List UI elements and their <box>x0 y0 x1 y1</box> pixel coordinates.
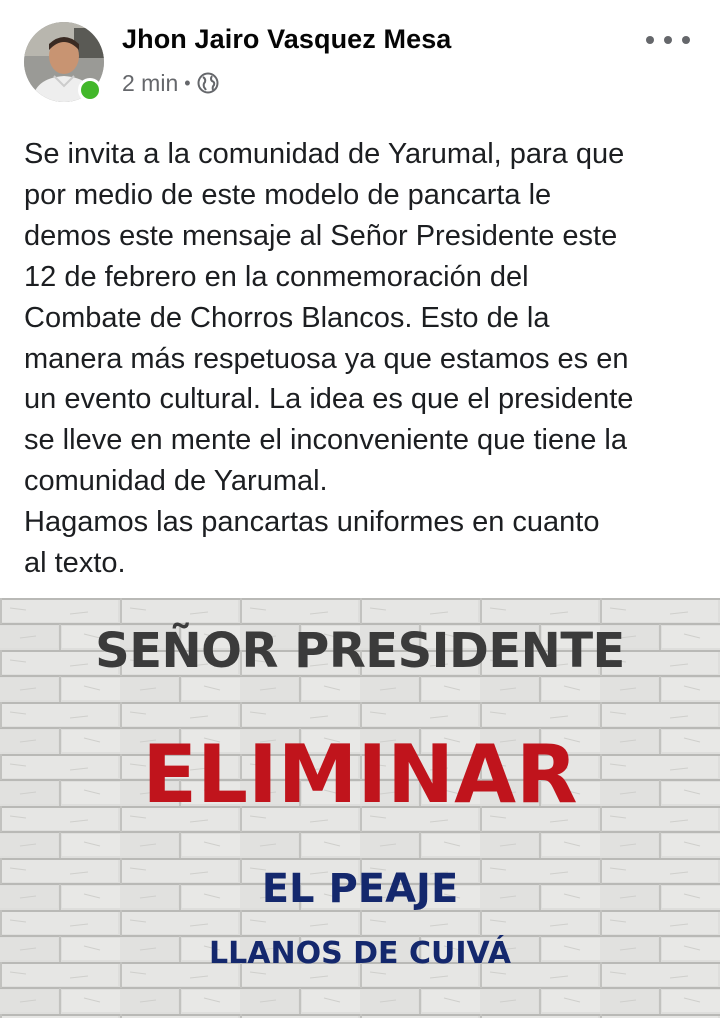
banner-subline: EL PEAJE <box>261 866 459 912</box>
post-text-line: se lleve en mente el inconveniente que t… <box>24 424 627 457</box>
more-horizontal-icon-dot <box>664 36 672 44</box>
post-text-line: comunidad de Yarumal. <box>24 465 328 498</box>
banner-main-word: ELIMINAR <box>142 728 578 821</box>
post-text-line: Hagamos las pancartas uniformes en cuant… <box>24 506 600 539</box>
post-time[interactable]: 2 min <box>122 70 178 97</box>
more-options-button[interactable] <box>646 26 690 54</box>
banner-location: LLANOS DE CUIVÁ <box>209 936 511 971</box>
post-meta: 2 min • <box>122 68 219 98</box>
more-horizontal-icon-dot <box>682 36 690 44</box>
post-text-line: al texto. <box>24 547 126 580</box>
post-text-line: un evento cultural. La idea es que el pr… <box>24 383 634 416</box>
post-text-line: Combate de Chorros Blancos. Esto de la <box>24 301 550 334</box>
post-text-line: 12 de febrero en la conmemoración del <box>24 260 529 293</box>
post-text-line: por medio de este modelo de pancarta le <box>24 178 552 211</box>
post-text-line: demos este mensaje al Señor Presidente e… <box>24 219 618 252</box>
more-horizontal-icon-dot <box>646 36 654 44</box>
post-text: Se invita a la comunidad de Yarumal, par… <box>24 134 704 584</box>
globe-icon[interactable] <box>197 72 219 94</box>
author-name[interactable]: Jhon Jairo Vasquez Mesa <box>122 24 451 55</box>
banner-image[interactable]: SEÑOR PRESIDENTE ELIMINAR EL PEAJE LLANO… <box>0 598 720 1018</box>
banner-headline: SEÑOR PRESIDENTE <box>95 623 625 679</box>
post-text-line: manera más respetuosa ya que estamos es … <box>24 342 629 375</box>
post-header: Jhon Jairo Vasquez Mesa 2 min • <box>0 0 720 112</box>
post-text-line: Se invita a la comunidad de Yarumal, par… <box>24 138 625 170</box>
meta-separator: • <box>184 72 191 93</box>
facebook-post: Jhon Jairo Vasquez Mesa 2 min • Se invit… <box>0 0 720 1018</box>
online-status-indicator <box>78 78 102 102</box>
